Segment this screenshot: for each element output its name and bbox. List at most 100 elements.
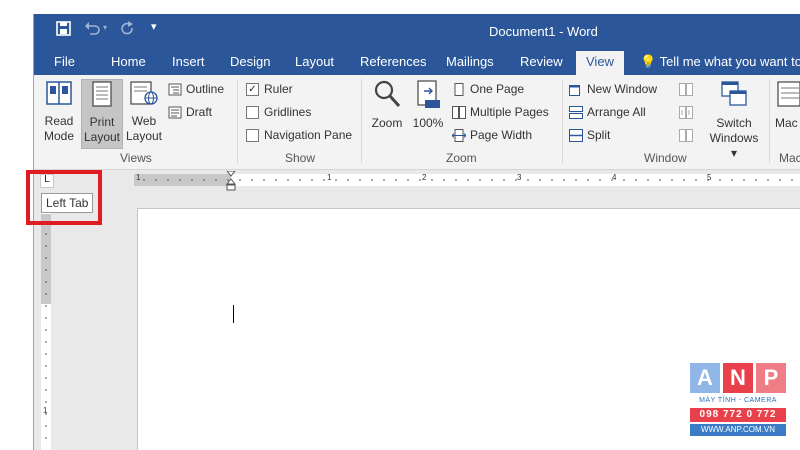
group-separator bbox=[769, 79, 770, 163]
macros-group-label: Mac bbox=[779, 151, 800, 165]
page-width-button[interactable]: Page Width bbox=[452, 128, 532, 142]
logo-website: WWW.ANP.COM.VN bbox=[690, 424, 786, 436]
tell-me-text: Tell me what you want to d bbox=[659, 54, 800, 69]
zoom-label: Zoom bbox=[371, 116, 403, 130]
window-group-label: Window bbox=[644, 151, 687, 165]
ribbon: Read Mode Print Layout Web Layout Outlin… bbox=[34, 75, 800, 170]
print-layout-icon bbox=[92, 81, 112, 107]
tab-file[interactable]: File bbox=[54, 54, 75, 69]
logo-letter-p: P bbox=[756, 363, 786, 393]
tab-references[interactable]: References bbox=[360, 54, 426, 69]
ribbon-tabs: File Home Insert Design Layout Reference… bbox=[34, 48, 800, 78]
tab-home[interactable]: Home bbox=[111, 54, 146, 69]
zoom-100-button[interactable]: 100% bbox=[410, 79, 446, 131]
draft-label: Draft bbox=[186, 105, 213, 119]
multiple-pages-icon bbox=[452, 105, 466, 119]
one-page-icon bbox=[454, 82, 464, 96]
macros-label: Mac bbox=[775, 116, 798, 130]
ruler-checkbox[interactable]: ✓ Ruler bbox=[246, 82, 293, 96]
vertical-ruler-number: 1 bbox=[43, 406, 48, 415]
navigation-pane-label: Navigation Pane bbox=[264, 128, 353, 142]
save-icon[interactable] bbox=[56, 21, 71, 36]
show-group-label: Show bbox=[285, 151, 316, 165]
zoom-button[interactable]: Zoom bbox=[367, 79, 407, 131]
switch-windows-label-1: Switch bbox=[716, 116, 752, 130]
tab-layout[interactable]: Layout bbox=[295, 54, 334, 69]
group-separator bbox=[562, 79, 563, 163]
window-title: Document1 - Word bbox=[489, 24, 598, 39]
title-bar: ▾ ▾ Document1 - Word bbox=[34, 14, 800, 48]
redo-icon[interactable] bbox=[120, 21, 135, 36]
zoom-100-label: 100% bbox=[412, 116, 444, 130]
web-layout-icon bbox=[130, 81, 158, 105]
tab-mailings[interactable]: Mailings bbox=[446, 54, 494, 69]
read-mode-button[interactable]: Read Mode bbox=[39, 79, 79, 144]
read-mode-icon bbox=[46, 81, 72, 105]
ruler-area: L 1 1 2 3 4 5 bbox=[34, 170, 800, 191]
logo-letter-a: A bbox=[690, 363, 720, 393]
new-window-label: New Window bbox=[587, 82, 658, 96]
ruler-check-box[interactable]: ✓ bbox=[246, 82, 259, 96]
one-page-label: One Page bbox=[470, 82, 525, 96]
navigation-pane-checkbox[interactable]: Navigation Pane bbox=[246, 128, 352, 142]
print-layout-label-2: Layout bbox=[83, 130, 121, 144]
tab-design[interactable]: Design bbox=[230, 54, 270, 69]
print-layout-button[interactable]: Print Layout bbox=[81, 79, 123, 149]
arrange-all-button[interactable]: Arrange All bbox=[569, 105, 646, 119]
zoom-group-label: Zoom bbox=[446, 151, 477, 165]
macros-button[interactable]: Mac bbox=[775, 79, 800, 131]
gridlines-check-box[interactable] bbox=[246, 105, 259, 119]
desktop-margin bbox=[0, 0, 33, 450]
logo-phone: 098 772 0 772 bbox=[690, 408, 786, 422]
split-icon bbox=[569, 128, 583, 142]
web-layout-button[interactable]: Web Layout bbox=[124, 79, 164, 144]
ruler-number: 1 bbox=[327, 173, 332, 182]
horizontal-ruler[interactable]: 1 1 2 3 4 5 bbox=[134, 171, 800, 191]
tell-me-box[interactable]: 💡 Tell me what you want to d bbox=[640, 54, 800, 70]
outline-button[interactable]: Outline bbox=[168, 82, 224, 96]
gridlines-label: Gridlines bbox=[264, 105, 312, 119]
ruler-number: 3 bbox=[517, 173, 522, 182]
anp-watermark-logo: A N P MÁY TÍNH - CAMERA 098 772 0 772 WW… bbox=[690, 363, 786, 437]
view-side-by-side-icon[interactable] bbox=[679, 83, 693, 96]
tab-view[interactable]: View bbox=[576, 51, 624, 78]
new-window-button[interactable]: New Window bbox=[569, 82, 657, 96]
split-button[interactable]: Split bbox=[569, 128, 610, 142]
new-window-icon bbox=[569, 84, 580, 96]
group-separator bbox=[361, 79, 362, 163]
arrange-all-icon bbox=[569, 105, 583, 119]
reset-window-position-icon[interactable] bbox=[679, 129, 693, 142]
logo-letter-n: N bbox=[723, 363, 753, 393]
word-window: ▾ ▾ Document1 - Word File Home Insert De… bbox=[33, 14, 800, 450]
lightbulb-icon: 💡 bbox=[640, 54, 657, 69]
web-layout-label-1: Web bbox=[131, 114, 157, 128]
navigation-pane-check-box[interactable] bbox=[246, 128, 259, 142]
draft-button[interactable]: Draft bbox=[168, 105, 212, 119]
customize-qat-icon[interactable]: ▾ bbox=[151, 20, 157, 33]
outline-icon bbox=[168, 83, 182, 95]
tab-insert[interactable]: Insert bbox=[172, 54, 205, 69]
split-label: Split bbox=[587, 128, 611, 142]
ruler-label: Ruler bbox=[264, 82, 293, 96]
switch-windows-icon bbox=[721, 81, 747, 106]
group-separator bbox=[237, 79, 238, 163]
outline-label: Outline bbox=[186, 82, 225, 96]
arrange-all-label: Arrange All bbox=[587, 105, 646, 119]
tab-review[interactable]: Review bbox=[520, 54, 563, 69]
vertical-ruler[interactable]: 1 bbox=[41, 194, 51, 450]
indent-marker-icon[interactable] bbox=[226, 171, 236, 191]
draft-icon bbox=[168, 106, 182, 118]
zoom-100-icon bbox=[417, 80, 440, 108]
undo-dropdown-icon[interactable]: ▾ bbox=[103, 23, 107, 32]
switch-windows-button[interactable]: Switch Windows ▾ bbox=[706, 79, 762, 161]
read-mode-label-1: Read bbox=[44, 114, 74, 128]
macros-icon bbox=[777, 81, 800, 107]
logo-tagline: MÁY TÍNH - CAMERA bbox=[699, 397, 777, 404]
page-width-label: Page Width bbox=[470, 128, 533, 142]
highlight-box bbox=[26, 170, 102, 225]
multiple-pages-button[interactable]: Multiple Pages bbox=[452, 105, 549, 119]
synchronous-scrolling-icon[interactable] bbox=[679, 106, 693, 119]
one-page-button[interactable]: One Page bbox=[452, 82, 524, 96]
undo-icon[interactable] bbox=[84, 21, 100, 36]
gridlines-checkbox[interactable]: Gridlines bbox=[246, 105, 311, 119]
